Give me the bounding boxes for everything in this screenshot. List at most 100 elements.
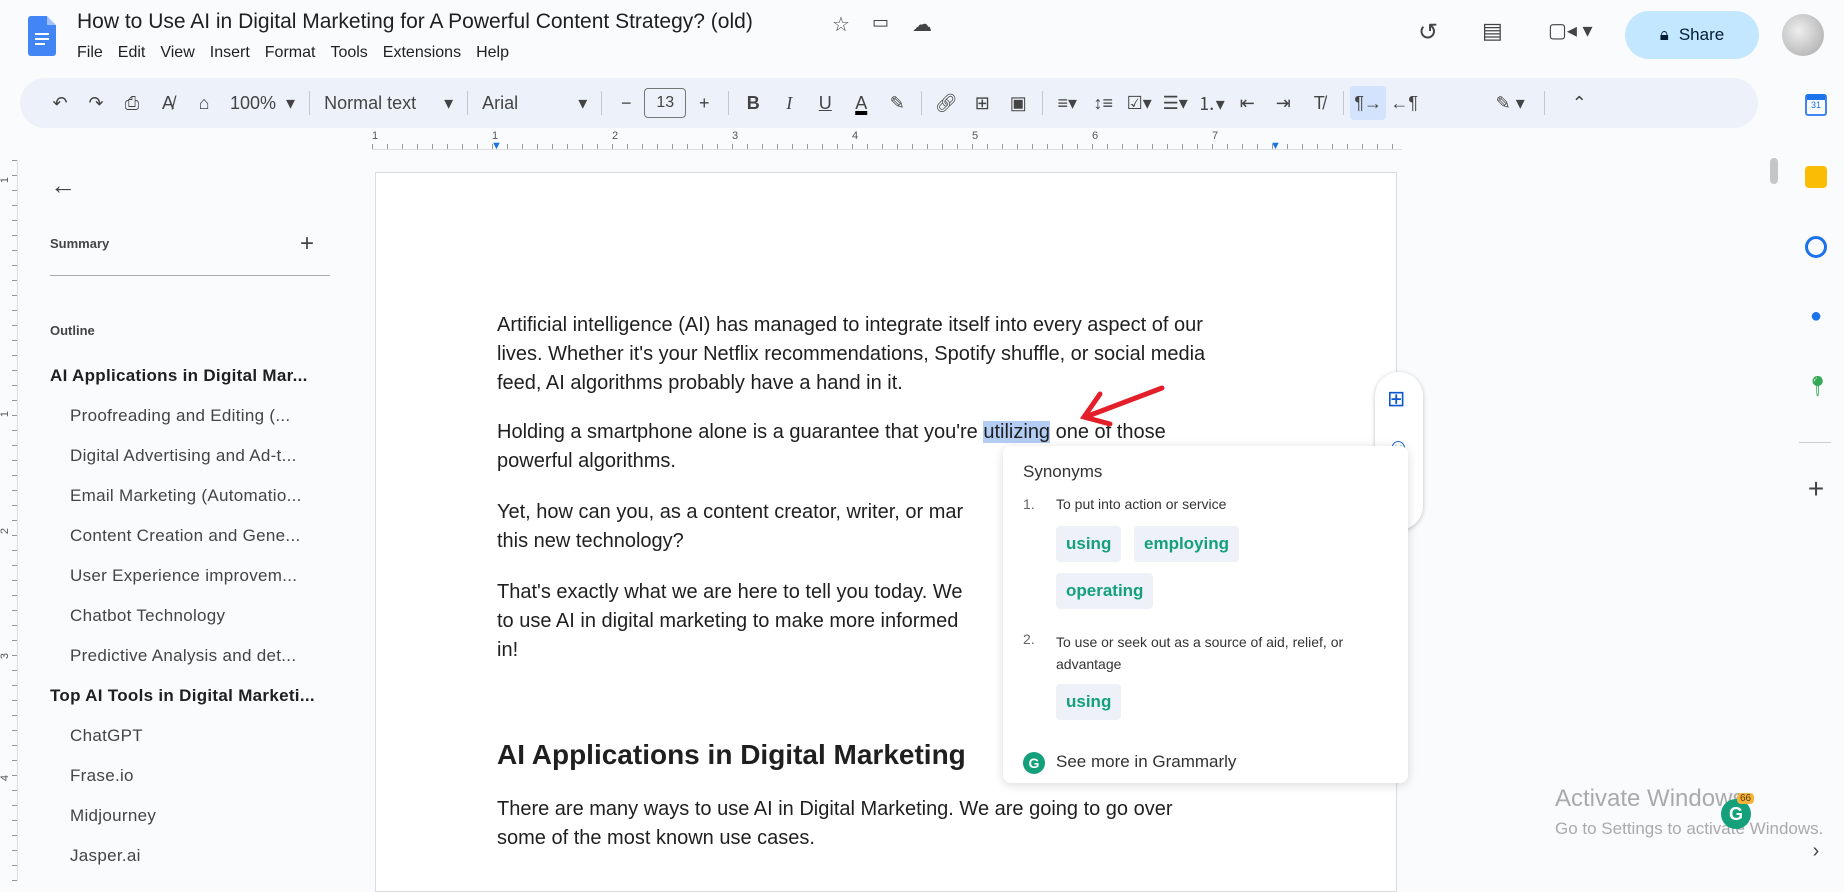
synonym-chip[interactable]: using (1056, 684, 1122, 720)
star-icon[interactable]: ☆ (832, 12, 850, 37)
right-indent-marker[interactable]: ▼ (1270, 140, 1281, 152)
increase-font-size-button[interactable]: + (686, 86, 722, 120)
divider (1544, 91, 1546, 115)
line-spacing-icon[interactable]: ↕≡ (1085, 86, 1121, 120)
editing-mode-icon[interactable]: ✎ ▾ (1492, 86, 1528, 120)
horizontal-ruler[interactable]: 1 1 2 3 4 5 6 7 ▼ ▼ (372, 130, 1402, 152)
paragraph: Yet, how can you, as a content creator, … (497, 501, 964, 552)
outline-item[interactable]: Frase.io (70, 766, 134, 786)
scrollbar-thumb[interactable] (1770, 158, 1778, 184)
calendar-icon[interactable]: 31 (1805, 94, 1827, 116)
toolbar: ↶ ↷ ⎙ A̸ ⌂ 100% ▾ Normal text ▾ Arial ▾ − … (20, 78, 1758, 128)
clear-formatting-icon[interactable]: T̸ (1301, 86, 1337, 120)
selected-word[interactable]: utilizing (983, 421, 1051, 443)
outline-item[interactable]: Midjourney (70, 806, 156, 826)
outline-item[interactable]: Proofreading and Editing (... (70, 406, 290, 426)
outline-item[interactable]: ChatGPT (70, 726, 143, 746)
see-more-grammarly-link[interactable]: See more in Grammarly (1056, 752, 1236, 772)
underline-icon[interactable]: U (807, 86, 843, 120)
spellcheck-icon[interactable]: A̸ (150, 86, 186, 120)
definition: To put into action or service (1056, 496, 1227, 512)
checklist-icon[interactable]: ☑▾ (1121, 86, 1157, 120)
divider (1799, 442, 1831, 443)
outline-item[interactable]: AI Applications in Digital Mar... (50, 366, 308, 386)
synonym-chip[interactable]: employing (1134, 526, 1240, 562)
popup-title: Synonyms (1023, 462, 1103, 481)
paint-format-icon[interactable]: ⌂ (186, 86, 222, 120)
outline-item[interactable]: Email Marketing (Automatio... (70, 486, 302, 506)
heading: AI Applications in Digital Marketing (497, 739, 966, 770)
outline-item[interactable]: Jasper.ai (70, 846, 141, 866)
docs-logo[interactable] (28, 16, 56, 56)
menu-edit[interactable]: Edit (118, 44, 155, 62)
zoom-select[interactable]: 100% ▾ (222, 86, 303, 120)
menu-insert[interactable]: Insert (210, 44, 259, 62)
keep-icon[interactable] (1805, 166, 1827, 188)
activate-windows-title: Activate Windows (1555, 785, 1745, 812)
divider (309, 91, 311, 115)
italic-icon[interactable]: I (771, 86, 807, 120)
style-select[interactable]: Normal text ▾ (316, 86, 461, 120)
font-size-input[interactable]: 13 (644, 88, 687, 118)
summary-label: Summary (50, 236, 110, 251)
outline-item[interactable]: Chatbot Technology (70, 606, 225, 626)
highlight-icon[interactable]: ✎ (879, 86, 915, 120)
text-color-icon[interactable]: A (843, 86, 879, 120)
insert-image-icon[interactable]: ▣ (1000, 86, 1036, 120)
outline-item[interactable]: Predictive Analysis and det... (70, 646, 296, 666)
redo-icon[interactable]: ↷ (78, 86, 114, 120)
avatar[interactable] (1782, 14, 1824, 56)
paragraph: That's exactly what we are here to tell … (497, 581, 963, 661)
decrease-indent-icon[interactable]: ⇤ (1229, 86, 1265, 120)
rtl-icon[interactable]: ←¶ (1386, 86, 1422, 120)
outline-item[interactable]: User Experience improvem... (70, 566, 297, 586)
align-icon[interactable]: ≡▾ (1049, 86, 1085, 120)
add-comment-icon[interactable]: ⊞ (1387, 386, 1405, 412)
move-folder-icon[interactable]: ▭ (872, 12, 889, 33)
collapse-menus-icon[interactable]: ⌃ (1561, 86, 1597, 120)
back-arrow-icon[interactable]: ← (50, 170, 76, 201)
cloud-saved-icon[interactable]: ☁ (912, 12, 932, 37)
left-indent-marker[interactable]: ▼ (491, 140, 502, 152)
outline-item[interactable]: Digital Advertising and Ad-t... (70, 446, 297, 466)
menu-file[interactable]: File (77, 44, 112, 62)
contacts-icon[interactable]: ● (1805, 305, 1827, 327)
share-button[interactable]: 🔒︎ Share (1625, 11, 1759, 59)
divider (601, 91, 603, 115)
show-side-panel-icon[interactable]: › (1805, 840, 1827, 862)
bold-icon[interactable]: B (735, 86, 771, 120)
increase-indent-icon[interactable]: ⇥ (1265, 86, 1301, 120)
meet-video-icon[interactable]: ▢◂ ▾ (1548, 18, 1593, 43)
grammarly-badge: 66 (1737, 793, 1755, 804)
get-addons-icon[interactable]: + (1805, 475, 1827, 503)
outline-label: Outline (50, 323, 95, 338)
menu-help[interactable]: Help (476, 44, 518, 62)
undo-icon[interactable]: ↶ (42, 86, 78, 120)
menu-tools[interactable]: Tools (330, 44, 376, 62)
outline-item[interactable]: Content Creation and Gene... (70, 526, 301, 546)
comments-icon[interactable]: ▤ (1482, 18, 1503, 44)
divider (467, 91, 469, 115)
menu-format[interactable]: Format (265, 44, 325, 62)
print-icon[interactable]: ⎙ (114, 86, 150, 120)
version-history-icon[interactable]: ↺ (1418, 18, 1438, 47)
menu-extensions[interactable]: Extensions (383, 44, 470, 62)
menu-bar: File Edit View Insert Format Tools Exten… (77, 44, 524, 62)
divider (50, 275, 330, 276)
add-summary-icon[interactable]: + (300, 230, 314, 258)
ltr-icon[interactable]: ¶→ (1350, 86, 1387, 120)
menu-view[interactable]: View (160, 44, 203, 62)
tasks-icon[interactable] (1805, 236, 1827, 258)
synonym-chip[interactable]: operating (1056, 573, 1154, 609)
link-icon[interactable]: 🔗︎ (928, 86, 964, 120)
document-title[interactable]: How to Use AI in Digital Marketing for A… (77, 10, 753, 34)
bulleted-list-icon[interactable]: ☰▾ (1157, 86, 1193, 120)
numbered-list-icon[interactable]: ⒈▾ (1193, 86, 1229, 120)
add-comment-icon[interactable]: ⊞ (964, 86, 1000, 120)
activate-windows-subtitle: Go to Settings to activate Windows. (1555, 819, 1824, 838)
outline-item[interactable]: Top AI Tools in Digital Marketi... (50, 686, 315, 706)
font-select[interactable]: Arial ▾ (474, 86, 595, 120)
synonym-chip[interactable]: using (1056, 526, 1122, 562)
maps-icon[interactable]: 📍︎ (1805, 374, 1830, 398)
decrease-font-size-button[interactable]: − (608, 86, 644, 120)
